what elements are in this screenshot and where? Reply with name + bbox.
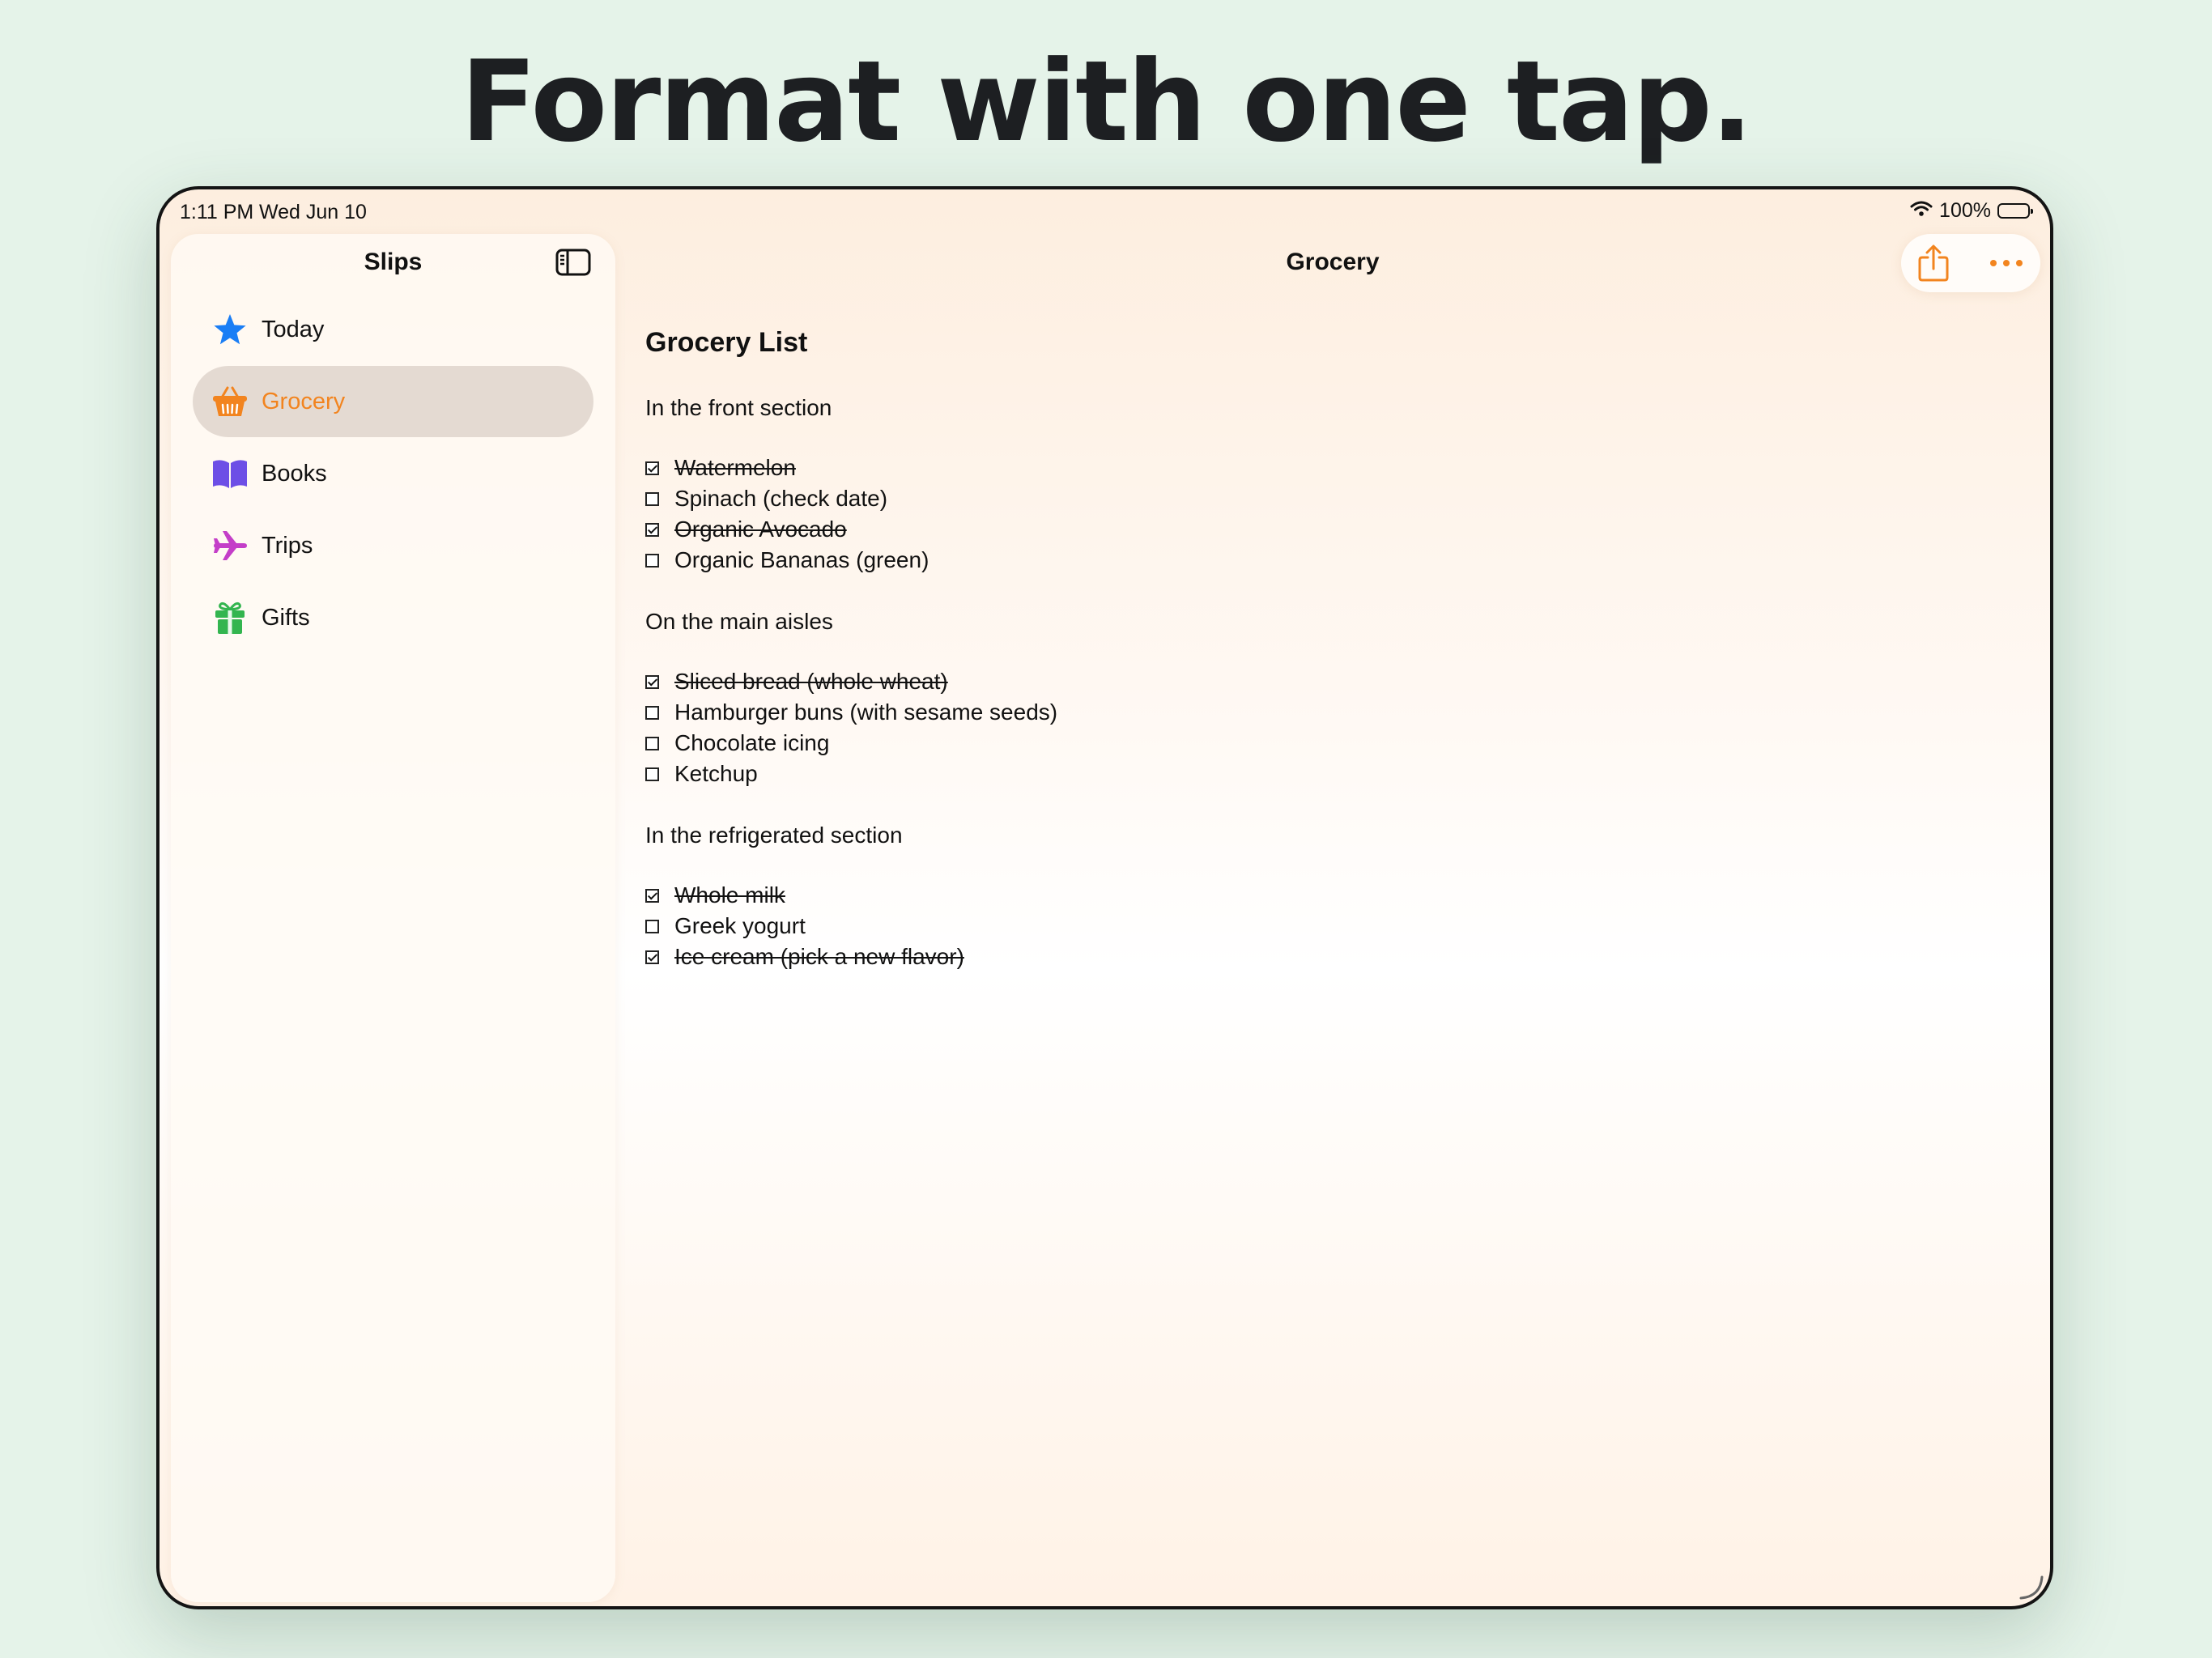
checkbox[interactable] bbox=[645, 491, 659, 506]
sidebar-item-label: Trips bbox=[262, 532, 313, 559]
checklist-item: Whole milk bbox=[645, 880, 1779, 911]
section-heading[interactable]: In the front section bbox=[645, 393, 1779, 423]
wifi-icon bbox=[1910, 199, 1933, 223]
checklist-item-text[interactable]: Chocolate icing bbox=[674, 728, 829, 759]
checklist: Whole milk Greek yogurt Ice cream (pick … bbox=[645, 880, 1779, 972]
sidebar-title: Slips bbox=[364, 249, 423, 275]
checklist-item: Organic Avocado bbox=[645, 514, 1779, 545]
checkbox[interactable] bbox=[645, 767, 659, 781]
sidebar-item-grocery[interactable]: Grocery bbox=[193, 366, 593, 437]
checklist: Watermelon Spinach (check date) Organic … bbox=[645, 453, 1779, 576]
checklist-item: Ketchup bbox=[645, 759, 1779, 789]
toolbar bbox=[1901, 234, 2040, 292]
note-title[interactable]: Grocery List bbox=[645, 325, 1779, 360]
note-editor[interactable]: Grocery List In the front section Waterm… bbox=[645, 325, 1779, 1003]
sidebar-item-trips[interactable]: Trips bbox=[193, 510, 593, 581]
battery-icon bbox=[1997, 203, 2033, 219]
checklist-item-text[interactable]: Organic Bananas (green) bbox=[674, 545, 929, 576]
checklist-item-text[interactable]: Organic Avocado bbox=[674, 514, 847, 545]
checklist-item-text[interactable]: Whole milk bbox=[674, 880, 785, 911]
checklist-item-text[interactable]: Spinach (check date) bbox=[674, 483, 887, 514]
sidebar: Slips Today Grocery Books Trips Gifts bbox=[171, 234, 615, 1602]
checklist-item: Ice cream (pick a new flavor) bbox=[645, 942, 1779, 972]
status-bar: 1:11 PM Wed Jun 10 100% bbox=[160, 189, 2050, 235]
checklist-item-text[interactable]: Ice cream (pick a new flavor) bbox=[674, 942, 964, 972]
checklist-item: Sliced bread (whole wheat) bbox=[645, 666, 1779, 697]
status-date: Wed Jun 10 bbox=[259, 201, 367, 223]
checkbox[interactable] bbox=[645, 919, 659, 933]
sidebar-nav: Today Grocery Books Trips Gifts bbox=[193, 294, 593, 654]
section-heading[interactable]: In the refrigerated section bbox=[645, 820, 1779, 851]
resize-handle-icon[interactable] bbox=[2016, 1572, 2045, 1601]
checkbox[interactable] bbox=[645, 553, 659, 568]
sidebar-item-today[interactable]: Today bbox=[193, 294, 593, 365]
checkbox[interactable] bbox=[645, 705, 659, 720]
status-indicators: 100% bbox=[1910, 199, 2033, 223]
checklist-item-text[interactable]: Sliced bread (whole wheat) bbox=[674, 666, 948, 697]
star-icon bbox=[211, 310, 249, 349]
basket-icon bbox=[211, 382, 249, 421]
sidebar-item-books[interactable]: Books bbox=[193, 438, 593, 509]
sidebar-item-label: Books bbox=[262, 460, 327, 487]
sidebar-item-gifts[interactable]: Gifts bbox=[193, 582, 593, 653]
checklist-item: Chocolate icing bbox=[645, 728, 1779, 759]
checkbox[interactable] bbox=[645, 674, 659, 689]
checkbox[interactable] bbox=[645, 736, 659, 750]
section-heading[interactable]: On the main aisles bbox=[645, 606, 1779, 637]
checklist-item-text[interactable]: Watermelon bbox=[674, 453, 796, 483]
checkbox[interactable] bbox=[645, 950, 659, 964]
checkbox[interactable] bbox=[645, 888, 659, 903]
ellipsis-icon[interactable] bbox=[1987, 250, 2026, 276]
battery-percent: 100% bbox=[1939, 199, 1991, 222]
headline: Format with one tap. bbox=[460, 36, 1754, 167]
gift-icon bbox=[211, 598, 249, 637]
page-title: Grocery bbox=[1286, 249, 1380, 275]
sidebar-item-label: Grocery bbox=[262, 388, 346, 414]
book-icon bbox=[211, 454, 249, 493]
checklist-item: Greek yogurt bbox=[645, 911, 1779, 942]
checklist: Sliced bread (whole wheat) Hamburger bun… bbox=[645, 666, 1779, 789]
checklist-item: Hamburger buns (with sesame seeds) bbox=[645, 697, 1779, 728]
sidebar-item-label: Gifts bbox=[262, 604, 310, 631]
checkbox[interactable] bbox=[645, 461, 659, 475]
checklist-item: Watermelon bbox=[645, 453, 1779, 483]
checklist-item-text[interactable]: Ketchup bbox=[674, 759, 758, 789]
sidebar-toggle-icon[interactable] bbox=[555, 249, 591, 276]
checklist-item: Spinach (check date) bbox=[645, 483, 1779, 514]
checklist-item-text[interactable]: Hamburger buns (with sesame seeds) bbox=[674, 697, 1057, 728]
checklist-item: Organic Bananas (green) bbox=[645, 545, 1779, 576]
ipad-window: 1:11 PM Wed Jun 10 100% Slips Today Groc… bbox=[156, 186, 2053, 1609]
checklist-item-text[interactable]: Greek yogurt bbox=[674, 911, 806, 942]
sidebar-item-label: Today bbox=[262, 316, 325, 342]
checkbox[interactable] bbox=[645, 522, 659, 537]
share-icon[interactable] bbox=[1916, 244, 1951, 282]
status-time: 1:11 PM bbox=[180, 201, 254, 223]
airplane-icon bbox=[211, 526, 249, 565]
